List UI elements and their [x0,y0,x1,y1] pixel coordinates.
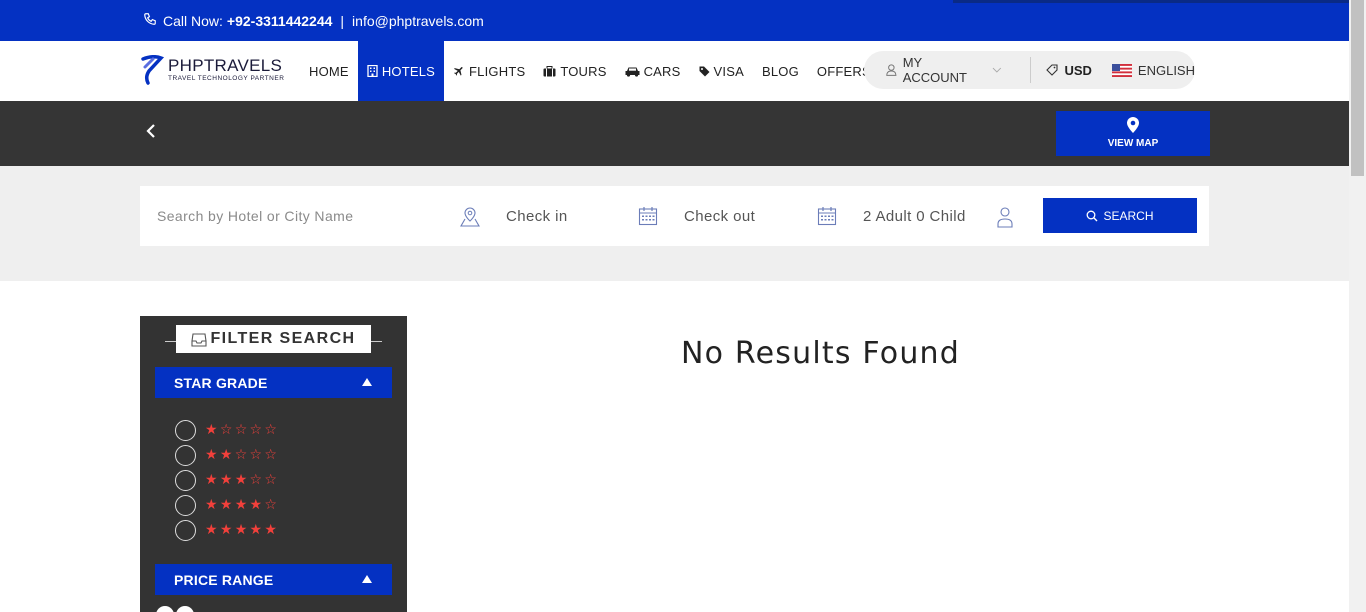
star-radio[interactable] [175,444,196,466]
checkin-field[interactable]: Check in [506,186,568,246]
my-account-label: MY ACCOUNT [902,55,967,85]
checkout-field[interactable]: Check out [684,186,755,246]
nav-home-label: HOME [309,63,349,79]
language-label: ENGLISH [1137,62,1195,78]
star-filter-5[interactable]: ★★★★★ [175,519,279,541]
call-now-label: Call Now: [163,12,223,29]
contact-info: Call Now: +92-3311442244 | info@phptrave… [143,12,484,29]
nav-hotels-label: HOTELS [381,63,436,79]
chevron-left-icon [146,124,155,138]
map-pin-icon [1127,117,1139,133]
currency-label: USD [1064,62,1092,78]
logo-tagline: TRAVEL TECHNOLOGY PARTNER [168,75,285,82]
star-rating-icon: ★★★☆☆ [205,472,280,488]
star-filter-3[interactable]: ★★★☆☆ [175,469,279,491]
nav-blog-label: BLOG [761,63,799,79]
price-range-toggle[interactable]: PRICE RANGE [155,564,392,595]
site-logo[interactable]: PHPTRAVELS TRAVEL TECHNOLOGY PARTNER [139,55,284,85]
plane-icon [454,67,463,76]
my-account-dropdown[interactable]: MY ACCOUNT [886,55,1008,85]
page: Call Now: +92-3311442244 | info@phptrave… [0,0,1366,612]
building-icon [367,65,378,77]
account-pill: MY ACCOUNT USD ENGLISH [864,51,1195,89]
guests-field[interactable]: 2 Adult 0 Child [863,186,966,246]
nav-flights[interactable]: FLIGHTS [444,41,534,101]
price-range-label: PRICE RANGE [174,571,274,588]
star-radio[interactable] [175,519,196,541]
search-icon [1087,210,1098,221]
view-map-button[interactable]: VIEW MAP [1056,111,1210,156]
nav-hotels[interactable]: HOTELS [357,41,445,101]
phone-number[interactable]: +92-3311442244 [227,13,333,29]
us-flag-icon [1111,63,1132,77]
search-area: Search by Hotel or City Name Check in Ch… [0,166,1349,281]
nav-cars[interactable]: CARS [616,41,690,101]
main-header: PHPTRAVELS TRAVEL TECHNOLOGY PARTNER HOM… [0,41,1349,101]
account-divider [1029,57,1031,83]
calendar-icon [817,206,837,231]
city-search-input[interactable]: Search by Hotel or City Name [157,186,353,246]
filter-search-title: FILTER SEARCH [176,325,371,353]
money-tag-icon [1046,64,1059,76]
nav-visa[interactable]: VISA [690,41,753,101]
phone-icon [143,12,163,29]
inbox-icon [191,332,208,347]
view-map-label: VIEW MAP [1107,138,1159,149]
person-icon [996,206,1014,233]
star-rating-icon: ★★★★★ [205,522,280,538]
filter-sidebar: FILTER SEARCH STAR GRADE ★☆☆☆☆ ★★☆☆☆ ★★★… [140,316,407,612]
nav-tours[interactable]: TOURS [534,41,615,101]
page-title-band: VIEW MAP [0,101,1349,166]
star-grade-toggle[interactable]: STAR GRADE [155,367,392,398]
top-contact-bar: Call Now: +92-3311442244 | info@phptrave… [0,0,1349,41]
title-rule-right [370,341,382,342]
nav-flights-label: FLIGHTS [469,63,526,79]
star-radio[interactable] [175,494,196,516]
search-form: Search by Hotel or City Name Check in Ch… [140,186,1209,246]
search-button[interactable]: SEARCH [1043,198,1197,233]
location-icon [460,206,480,233]
nav-blog[interactable]: BLOG [753,41,808,101]
currency-selector[interactable]: USD [1046,62,1092,78]
car-icon [625,67,640,77]
suitcase-icon [543,65,556,76]
nav-visa-label: VISA [713,63,744,79]
collapse-arrow-icon [362,378,372,386]
topbar-accent-strip [953,0,1349,3]
contact-separator: | [340,12,345,29]
logo-brand: PHPTRAVELS [168,56,283,75]
email-link[interactable]: info@phptravels.com [352,13,484,29]
no-results-message: No Results Found [681,336,961,371]
star-radio[interactable] [175,469,196,491]
star-rating-icon: ★★☆☆☆ [205,447,280,463]
nav-offers-label: OFFERS [816,63,871,79]
logo-mark-icon [141,55,165,85]
calendar-icon [638,206,658,231]
user-icon [886,64,897,76]
nav-cars-label: CARS [643,63,681,79]
nav-home[interactable]: HOME [300,41,358,101]
star-grade-label: STAR GRADE [174,374,268,391]
star-filter-4[interactable]: ★★★★☆ [175,494,279,516]
price-slider-handles[interactable] [156,606,196,612]
tag-icon [699,66,710,76]
star-filter-2[interactable]: ★★☆☆☆ [175,444,279,466]
chevron-down-icon [992,67,1001,73]
star-radio[interactable] [175,419,196,441]
main-nav: HOME HOTELS FLIGHTS TOURS CARS VISA BLOG… [300,41,880,101]
back-button[interactable] [143,122,159,145]
star-filter-1[interactable]: ★☆☆☆☆ [175,419,279,441]
search-button-label: SEARCH [1103,208,1154,223]
collapse-arrow-icon [362,575,372,583]
language-selector[interactable]: ENGLISH [1111,62,1195,78]
nav-tours-label: TOURS [560,63,607,79]
filter-search-label: FILTER SEARCH [210,330,356,347]
star-rating-icon: ★☆☆☆☆ [205,422,280,438]
star-rating-icon: ★★★★☆ [205,497,280,513]
page-scrollbar[interactable] [1349,0,1366,612]
scrollbar-thumb[interactable] [1351,0,1364,176]
